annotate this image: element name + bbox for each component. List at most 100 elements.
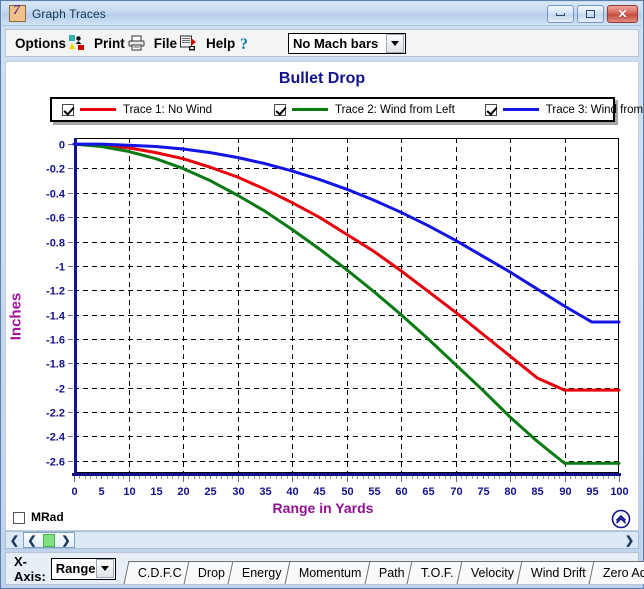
scroll-thumb[interactable]: [43, 533, 55, 547]
question-mark-icon: ?: [238, 35, 252, 51]
close-button[interactable]: ✕: [607, 5, 638, 23]
tab-c-d-f-c[interactable]: C.D.F.C: [123, 561, 192, 584]
tab-label: Wind Drift: [530, 566, 586, 580]
svg-text:-1.6: -1.6: [46, 335, 65, 347]
scroll-thumb-box[interactable]: ❮ ❯: [23, 532, 75, 548]
svg-text:5: 5: [98, 486, 104, 498]
svg-text:100: 100: [610, 486, 628, 498]
close-icon: ✕: [617, 7, 628, 21]
legend-item-trace1[interactable]: Trace 1: No Wind: [62, 99, 212, 120]
tab-wind-drift[interactable]: Wind Drift: [516, 561, 597, 584]
svg-text:25: 25: [204, 486, 216, 498]
menu-item-print-label: Print: [94, 35, 125, 51]
svg-text:-0.6: -0.6: [46, 213, 65, 225]
chart-legend: Trace 1: No Wind Trace 2: Wind from Left…: [50, 97, 644, 122]
tab-label: T.O.F.: [421, 566, 454, 580]
svg-text:70: 70: [450, 486, 462, 498]
window-title: Graph Traces: [32, 6, 106, 21]
mrad-row: MRad: [5, 509, 639, 529]
menu-bar: Options Print File Help ? No Mach bars: [5, 29, 639, 57]
legend-label-trace2: Trace 2: Wind from Left: [335, 103, 455, 116]
title-bar: Graph Traces ✕: [2, 2, 642, 26]
svg-text:-1.8: -1.8: [46, 359, 65, 371]
svg-text:35: 35: [259, 486, 271, 498]
plot-area: Inches 0 5 10 15 20 25 30 35 40 45 50 55 60 65 70 75 80 8…: [6, 128, 640, 532]
tab-label: Velocity: [470, 566, 514, 580]
tab-zero-adj[interactable]: Zero Adj.: [588, 561, 644, 584]
bottom-tab-bar: X-Axis: Range C.D.F.C Drop Energy Momentum P…: [5, 552, 644, 585]
svg-text:-1.2: -1.2: [46, 286, 65, 298]
plot-svg: 0 5 10 15 20 25 30 35 40 45 50 55 60 65 70 75 80 85 90 95 10…: [46, 138, 629, 498]
svg-text:90: 90: [559, 486, 571, 498]
mrad-label: MRad: [31, 510, 64, 524]
svg-text:0: 0: [59, 140, 65, 152]
chevron-down-icon: [100, 566, 109, 571]
mach-bars-dropdown-button[interactable]: [386, 34, 404, 53]
menu-item-help[interactable]: Help ?: [206, 35, 252, 52]
mach-bars-dropdown[interactable]: No Mach bars: [288, 33, 406, 54]
tab-label: C.D.F.C: [137, 566, 182, 580]
menu-item-print[interactable]: Print: [94, 35, 145, 51]
printer-icon: [128, 35, 145, 51]
mach-bars-value: No Mach bars: [293, 36, 379, 51]
scroll-left-button[interactable]: ❮: [25, 532, 39, 548]
tab-label: Zero Adj.: [602, 566, 644, 580]
tab-velocity[interactable]: Velocity: [456, 561, 525, 584]
menu-item-help-label: Help: [206, 35, 236, 51]
tab-momentum[interactable]: Momentum: [284, 561, 372, 584]
svg-text:95: 95: [586, 486, 598, 498]
x-axis-selector-dropdown[interactable]: Range: [50, 557, 116, 580]
svg-text:-1.4: -1.4: [46, 311, 66, 323]
tab-label: Energy: [242, 566, 282, 580]
scroll-right-button[interactable]: ❯: [59, 532, 73, 548]
svg-text:30: 30: [232, 486, 244, 498]
chart-title: Bullet Drop: [278, 70, 366, 87]
x-axis-dropdown-button[interactable]: [95, 559, 114, 578]
menu-item-options-label: Options: [15, 35, 66, 51]
legend-item-trace3[interactable]: Trace 3: Wind from Right: [484, 99, 644, 120]
svg-text:-2: -2: [55, 384, 65, 396]
x-axis-selector-label: X-Axis:: [14, 553, 46, 584]
svg-text:65: 65: [422, 486, 434, 498]
scroll-last-button[interactable]: ❯: [621, 532, 638, 548]
menu-item-file[interactable]: File: [154, 35, 197, 51]
legend-checkbox-trace2[interactable]: [274, 103, 287, 116]
chart-panel: Bullet Drop Trace 1: No Wind Trace 2: Wi…: [5, 61, 644, 532]
svg-text:50: 50: [341, 486, 353, 498]
legend-swatch-trace3: [502, 108, 539, 111]
maximize-button[interactable]: [577, 5, 604, 23]
graph-traces-window: Graph Traces ✕ Options Print: [0, 0, 644, 589]
svg-text:0: 0: [71, 486, 77, 498]
x-axis-selector-value: Range: [55, 561, 96, 576]
svg-text:20: 20: [177, 486, 189, 498]
shapes-icon: [69, 35, 85, 51]
svg-text:60: 60: [395, 486, 407, 498]
legend-label-trace3: Trace 3: Wind from Right: [545, 103, 644, 116]
horizontal-scrollbar[interactable]: ❮ ❮ ❯ ❯: [5, 531, 639, 549]
mrad-checkbox[interactable]: [13, 512, 25, 524]
svg-text:-2.6: -2.6: [46, 457, 65, 469]
svg-text:?: ?: [240, 36, 248, 51]
app-icon: [9, 3, 26, 22]
svg-text:55: 55: [368, 486, 380, 498]
legend-checkbox-trace1[interactable]: [62, 103, 74, 116]
svg-text:-2.4: -2.4: [46, 432, 66, 444]
minimize-icon: [556, 12, 565, 16]
save-file-icon: [180, 35, 197, 51]
maximize-icon: [586, 10, 595, 18]
scroll-first-button[interactable]: ❮: [6, 532, 23, 548]
scroll-track[interactable]: [75, 532, 621, 548]
svg-text:-0.4: -0.4: [46, 189, 66, 201]
menu-item-options[interactable]: Options: [15, 35, 85, 51]
legend-item-trace2[interactable]: Trace 2: Wind from Left: [274, 99, 455, 120]
svg-text:40: 40: [286, 486, 298, 498]
legend-checkbox-trace3[interactable]: [484, 103, 497, 116]
tab-energy[interactable]: Energy: [227, 561, 293, 584]
svg-text:45: 45: [313, 486, 325, 498]
svg-text:80: 80: [504, 486, 516, 498]
minimize-button[interactable]: [547, 5, 574, 23]
svg-text:85: 85: [531, 486, 543, 498]
tab-t-o-f[interactable]: T.O.F.: [406, 561, 465, 584]
svg-text:15: 15: [150, 486, 162, 498]
legend-swatch-trace2: [292, 108, 329, 111]
